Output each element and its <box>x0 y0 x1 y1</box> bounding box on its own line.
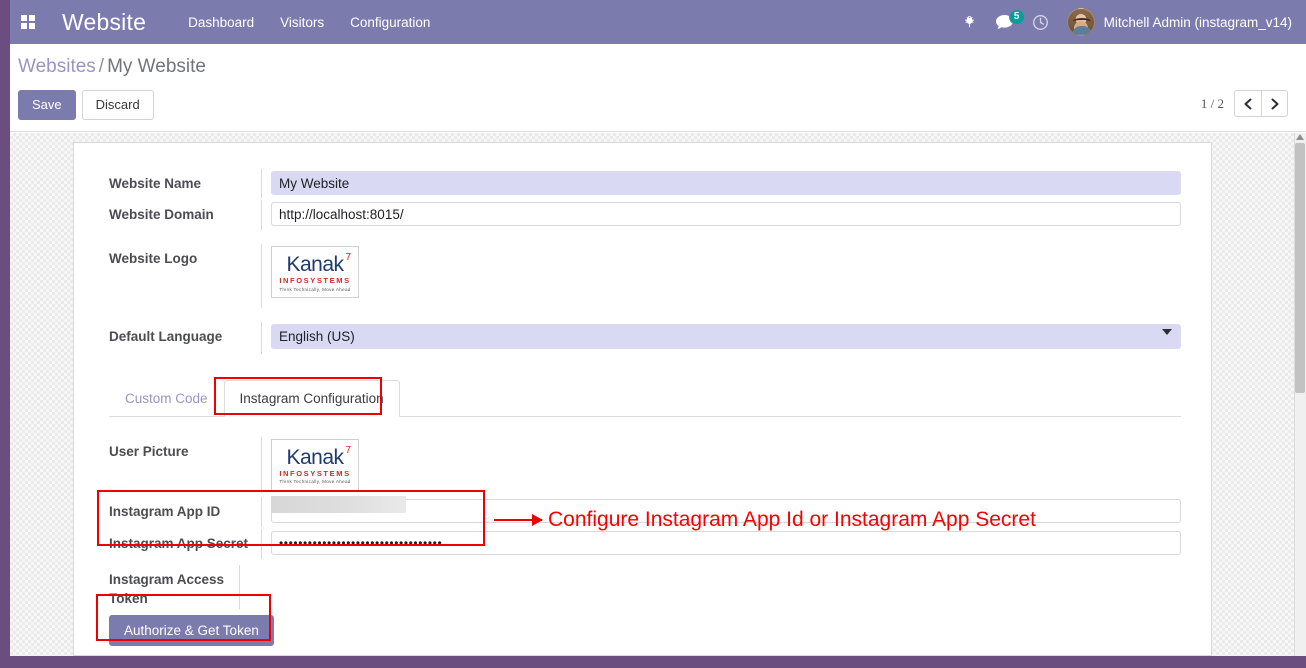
form-group-instagram: User Picture Kanak 7 INFOSYSTEMS Think Te… <box>74 436 1211 646</box>
control-default-language <box>271 322 1181 349</box>
discard-button[interactable]: Discard <box>81 90 154 120</box>
user-menu[interactable]: Mitchell Admin (instagram_v14) <box>1066 8 1292 36</box>
default-language-select[interactable] <box>271 324 1181 349</box>
field-divider <box>261 528 262 559</box>
website-domain-input[interactable] <box>271 202 1181 226</box>
control-user-picture: Kanak 7 INFOSYSTEMS Think Technically, Mo… <box>271 437 1181 491</box>
logo-subtitle: INFOSYSTEMS <box>279 468 351 478</box>
field-row-instagram-access-token: Instagram Access Token <box>109 564 1181 609</box>
field-row-website-logo: Website Logo Kanak 7 INFOSYSTEMS Think Te… <box>109 244 1181 308</box>
field-divider <box>261 496 262 527</box>
pager-buttons <box>1234 90 1288 117</box>
bottom-edge-strip <box>0 656 1306 668</box>
field-divider <box>261 436 262 493</box>
field-divider <box>261 244 262 308</box>
field-row-default-language: Default Language <box>109 322 1181 354</box>
annotation-arrow <box>494 514 543 526</box>
clock-icon[interactable] <box>1032 14 1049 31</box>
apps-grid-icon <box>21 15 35 29</box>
redaction-block-app-id <box>271 496 406 513</box>
website-logo-image[interactable]: Kanak 7 INFOSYSTEMS Think Technically, Mo… <box>271 246 359 298</box>
control-website-domain <box>271 200 1181 226</box>
content-area: Website Name Website Domain Webs <box>10 133 1306 656</box>
messages-count-badge: 5 <box>1008 8 1025 25</box>
notebook: Custom Code Instagram Configuration <box>74 380 1211 417</box>
field-divider <box>261 169 262 198</box>
breadcrumb-current: My Website <box>107 56 206 77</box>
breadcrumb-separator: / <box>98 56 105 77</box>
field-divider <box>261 200 262 230</box>
website-name-input[interactable] <box>271 171 1181 195</box>
logo-main-text: Kanak <box>286 445 344 469</box>
top-navbar: Website Dashboard Visitors Configuration… <box>10 0 1306 44</box>
control-website-name <box>271 169 1181 195</box>
scroll-up-arrow-icon[interactable] <box>1296 134 1304 140</box>
nav-item-configuration[interactable]: Configuration <box>350 15 430 30</box>
breadcrumb: Websites / My Website <box>18 56 206 78</box>
label-user-picture: User Picture <box>109 443 189 459</box>
label-website-domain: Website Domain <box>109 207 214 222</box>
form-group-general: Website Name Website Domain Webs <box>74 169 1211 354</box>
save-button[interactable]: Save <box>18 90 76 120</box>
logo-tagline: Think Technically, Move Ahead <box>279 286 351 292</box>
form-sheet: Website Name Website Domain Webs <box>73 142 1212 656</box>
field-row-website-domain: Website Domain <box>109 200 1181 230</box>
field-row-instagram-app-secret: Instagram App Secret <box>109 528 1181 559</box>
bug-icon[interactable] <box>962 15 977 30</box>
nav-item-dashboard[interactable]: Dashboard <box>188 15 254 30</box>
record-pager: 1 / 2 <box>1201 90 1288 117</box>
messages-icon[interactable]: 5 <box>995 8 1025 31</box>
logo-wordmark: Kanak 7 <box>286 253 351 277</box>
breadcrumb-websites[interactable]: Websites <box>18 56 96 77</box>
app-brand-title[interactable]: Website <box>62 9 146 36</box>
label-instagram-app-secret: Instagram App Secret <box>109 535 249 551</box>
previous-record-button[interactable] <box>1234 90 1261 117</box>
user-name-label: Mitchell Admin (instagram_v14) <box>1103 14 1292 30</box>
logo-flag-text: 7 <box>345 252 351 264</box>
label-default-language: Default Language <box>109 329 223 344</box>
control-instagram-app-secret <box>271 529 1181 555</box>
authorize-get-token-button[interactable]: Authorize & Get Token <box>109 614 274 646</box>
annotation-callout-text: Configure Instagram App Id or Instagram … <box>548 508 1036 531</box>
form-action-buttons: Save Discard <box>18 90 154 120</box>
notebook-tabs: Custom Code Instagram Configuration <box>109 380 1181 417</box>
user-picture-image[interactable]: Kanak 7 INFOSYSTEMS Think Technically, Mo… <box>271 438 359 491</box>
tab-custom-code[interactable]: Custom Code <box>109 380 224 417</box>
field-divider <box>261 322 262 354</box>
scrollbar-thumb[interactable] <box>1295 143 1305 393</box>
pager-count: 1 / 2 <box>1200 95 1224 111</box>
field-divider <box>239 564 240 609</box>
label-website-logo: Website Logo <box>109 251 198 266</box>
odoo-website-settings-page: Website Dashboard Visitors Configuration… <box>0 0 1306 668</box>
authorize-button-row: Authorize & Get Token <box>109 614 1181 646</box>
field-row-user-picture: User Picture Kanak 7 INFOSYSTEMS Think Te… <box>109 436 1181 493</box>
field-row-website-name: Website Name <box>109 169 1181 198</box>
left-edge-strip <box>0 0 10 668</box>
navbar-menu: Dashboard Visitors Configuration <box>188 15 430 30</box>
logo-subtitle: INFOSYSTEMS <box>279 276 351 286</box>
navbar-right-tools: 5 Mitchell Admin (instagram_v14) <box>962 8 1306 36</box>
tab-instagram-configuration[interactable]: Instagram Configuration <box>223 380 400 417</box>
label-instagram-app-id: Instagram App ID <box>109 503 221 519</box>
logo-tagline: Think Technically, Move Ahead <box>279 479 351 485</box>
logo-flag-text: 7 <box>345 444 351 456</box>
label-instagram-access-token: Instagram Access Token <box>109 571 225 607</box>
logo-main-text: Kanak <box>286 253 344 277</box>
vertical-scrollbar[interactable] <box>1294 133 1306 656</box>
nav-item-visitors[interactable]: Visitors <box>280 15 324 30</box>
logo-wordmark: Kanak 7 <box>286 445 351 469</box>
control-panel: Websites / My Website Save Discard 1 / 2 <box>10 44 1306 132</box>
control-instagram-access-token <box>249 565 1181 567</box>
control-website-logo: Kanak 7 INFOSYSTEMS Think Technically, Mo… <box>271 244 1181 298</box>
label-website-name: Website Name <box>109 176 202 191</box>
apps-menu-button[interactable] <box>10 0 46 44</box>
next-record-button[interactable] <box>1261 90 1288 117</box>
avatar <box>1066 8 1095 36</box>
instagram-app-secret-input[interactable] <box>271 530 1181 555</box>
